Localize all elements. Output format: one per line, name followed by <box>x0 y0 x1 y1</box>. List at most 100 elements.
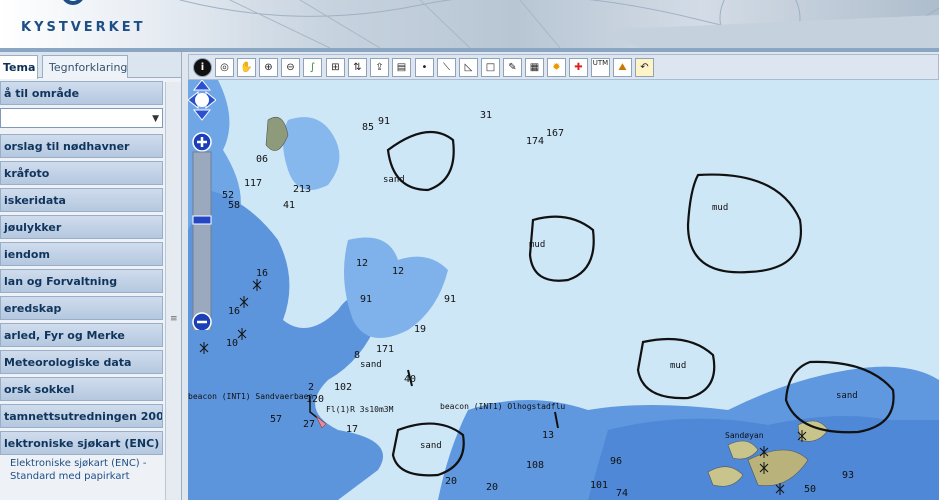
seabed-label-sand: sand <box>360 360 382 370</box>
sounding: 17 <box>346 424 358 435</box>
sounding: 91 <box>378 116 390 127</box>
sounding: 91 <box>444 294 456 305</box>
logo-text[interactable]: KYSTVERKET <box>21 20 146 35</box>
area-select[interactable]: ▼ <box>0 108 163 128</box>
sounding: 93 <box>842 470 854 481</box>
sidebar-tabs: Tema Tegnforklaring <box>0 52 181 79</box>
scale-icon[interactable]: ⊞ <box>326 58 345 77</box>
sounding: 50 <box>804 484 816 495</box>
sounding: 06 <box>256 154 268 165</box>
print-icon[interactable]: ▤ <box>392 58 411 77</box>
sun-icon[interactable]: ✹ <box>547 58 566 77</box>
light-characteristic: Fl(1)R 3s10m3M <box>326 405 394 414</box>
sounding: 85 <box>362 122 374 133</box>
enc-layer-line-2: Standard med papirkart <box>10 471 130 482</box>
zoom-out-icon[interactable]: ⊖ <box>281 58 300 77</box>
seabed-label-mud: mud <box>670 361 686 371</box>
sounding: 12 <box>392 266 404 277</box>
sounding: 96 <box>610 456 622 467</box>
refresh-icon[interactable]: ⇅ <box>348 58 367 77</box>
zoom-slider-handle[interactable] <box>192 215 212 225</box>
zoom-slider-track[interactable] <box>192 151 212 330</box>
export-icon[interactable]: ⇪ <box>370 58 389 77</box>
map-canvas[interactable]: 85 91 31 167 174 06 117 52 213 41 58 12 … <box>188 80 939 500</box>
sidebar-item-sjoulykker[interactable]: jøulykker <box>0 215 163 239</box>
sounding: 27 <box>303 419 315 430</box>
sounding: 213 <box>293 184 311 195</box>
sidebar-item-stamnett[interactable]: tamnettsutredningen 2006 <box>0 404 163 428</box>
sounding: 13 <box>542 430 554 441</box>
sidebar-item-meteorologi[interactable]: Meteorologiske data <box>0 350 163 374</box>
polygon-icon[interactable]: ◺ <box>459 58 478 77</box>
map-toolbar: i ◎ ✋ ⊕ ⊖ ∫ ⊞ ⇅ ⇪ ▤ • ⟍ ◺ □ ✎ ▦ ✹ ✚ UTM … <box>188 54 939 80</box>
pan-up-icon[interactable] <box>192 80 212 91</box>
tab-tema[interactable]: Tema <box>0 55 38 79</box>
utm-label: UTM <box>592 59 609 67</box>
chevron-down-icon: ▼ <box>152 114 159 124</box>
sidebar-item-sokkel[interactable]: orsk sokkel <box>0 377 163 401</box>
edit-icon[interactable]: ✎ <box>503 58 522 77</box>
sounding: 174 <box>526 136 544 147</box>
beacon-label-sandvaer: beacon (INT1) Sandvaerbaen <box>188 392 313 401</box>
sidebar-item-skrafoto[interactable]: kråfoto <box>0 161 163 185</box>
site-header: KYSTVERKET <box>0 0 939 48</box>
seabed-label-sand: sand <box>383 175 405 185</box>
sounding: 171 <box>376 344 394 355</box>
landscape-icon[interactable]: ⛰ <box>613 58 632 77</box>
line-icon[interactable]: ⟍ <box>437 58 456 77</box>
sidebar-item-beredskap[interactable]: eredskap <box>0 296 163 320</box>
sounding: 41 <box>283 200 295 211</box>
rectangle-icon[interactable]: □ <box>481 58 500 77</box>
tab-tegnforklaring[interactable]: Tegnforklaring <box>42 55 128 78</box>
point-icon[interactable]: • <box>415 58 434 77</box>
zoom-in-icon[interactable]: ⊕ <box>259 58 278 77</box>
seabed-label-mud: mud <box>529 240 545 250</box>
sidebar-item-farled[interactable]: arled, Fyr og Merke <box>0 323 163 347</box>
zoom-navigation <box>188 80 216 330</box>
goto-area-heading[interactable]: å til område <box>0 81 163 105</box>
sounding: 31 <box>480 110 492 121</box>
sounding: 57 <box>270 414 282 425</box>
sounding: 16 <box>256 268 268 279</box>
sounding: 101 <box>590 480 608 491</box>
sounding: 12 <box>356 258 368 269</box>
sidebar-item-eiendom[interactable]: iendom <box>0 242 163 266</box>
sounding: 91 <box>360 294 372 305</box>
place-name-sandoyan: Sandøyan <box>725 431 764 440</box>
nautical-map[interactable]: 85 91 31 167 174 06 117 52 213 41 58 12 … <box>188 80 939 500</box>
seabed-label-sand: sand <box>420 441 442 451</box>
enc-layer-line-1: Elektroniske sjøkart (ENC) - <box>10 458 147 469</box>
sidebar-scrollbar[interactable]: ≡ <box>165 82 181 500</box>
sidebar-item-fiskeridata[interactable]: iskeridata <box>0 188 163 212</box>
sounding: 10 <box>226 338 238 349</box>
measure-line-icon[interactable]: ∫ <box>303 58 322 77</box>
pan-center-icon[interactable] <box>195 93 209 107</box>
sidebar-item-nodhavner[interactable]: orslag til nødhavner <box>0 134 163 158</box>
seabed-label-sand: sand <box>836 391 858 401</box>
sidebar-item-plan-forvaltning[interactable]: lan og Forvaltning <box>0 269 163 293</box>
pan-hand-icon[interactable]: ✋ <box>237 58 256 77</box>
map-area: i ◎ ✋ ⊕ ⊖ ∫ ⊞ ⇅ ⇪ ▤ • ⟍ ◺ □ ✎ ▦ ✹ ✚ UTM … <box>188 52 939 500</box>
kystverket-emblem <box>63 0 83 5</box>
clipboard-icon[interactable]: ▦ <box>525 58 544 77</box>
sounding: 167 <box>546 128 564 139</box>
utm-icon[interactable]: UTM <box>591 58 610 77</box>
beacon-label-olhogstad: beacon (INT1) Olhogstadflu <box>440 402 565 411</box>
rescue-icon[interactable]: ✚ <box>569 58 588 77</box>
sounding: 20 <box>486 482 498 493</box>
info-icon[interactable]: i <box>193 58 212 77</box>
sounding: 117 <box>244 178 262 189</box>
scroll-grip-icon: ≡ <box>170 314 178 324</box>
sounding: 108 <box>526 460 544 471</box>
sounding: 16 <box>228 306 240 317</box>
pan-down-icon[interactable] <box>192 109 212 121</box>
sidebar: Tema Tegnforklaring å til område ▼ orsla… <box>0 52 182 500</box>
sounding: 102 <box>334 382 352 393</box>
seabed-label-mud: mud <box>712 203 728 213</box>
enc-layer-item[interactable]: Elektroniske sjøkart (ENC) - Standard me… <box>10 457 163 483</box>
undo-icon[interactable]: ↶ <box>635 58 654 77</box>
sidebar-item-enc[interactable]: lektroniske sjøkart (ENC) (1) <box>0 431 163 455</box>
sounding: 20 <box>445 476 457 487</box>
select-icon[interactable]: ◎ <box>215 58 234 77</box>
sounding: 58 <box>228 200 240 211</box>
